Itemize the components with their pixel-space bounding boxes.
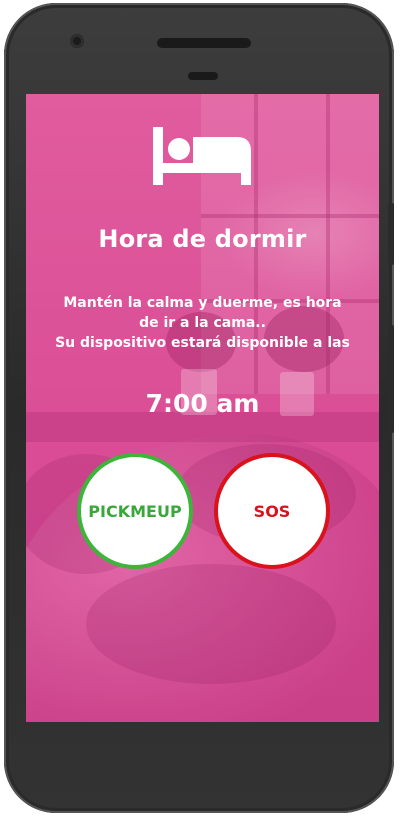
earpiece-speaker xyxy=(157,38,251,48)
message-line: de ir a la cama.. xyxy=(139,315,266,331)
power-button xyxy=(388,203,394,265)
message-line: Su dispositivo estará disponible a las xyxy=(55,335,350,351)
window-frame xyxy=(201,214,379,218)
volume-button xyxy=(388,325,394,433)
front-camera xyxy=(70,34,84,48)
sos-button[interactable]: SOS xyxy=(214,453,330,569)
blanket-fold xyxy=(86,564,336,684)
sleep-message: Mantén la calma y duerme, es hora de ir … xyxy=(36,293,369,353)
app-screen: Hora de dormir Mantén la calma y duerme,… xyxy=(26,94,379,722)
message-line: Mantén la calma y duerme, es hora xyxy=(63,295,342,311)
bed-icon xyxy=(153,127,251,185)
pickmeup-button[interactable]: PICKMEUP xyxy=(77,453,193,569)
proximity-sensor xyxy=(188,72,218,80)
available-time: 7:00 am xyxy=(145,389,260,418)
page-title: Hora de dormir xyxy=(98,225,307,253)
phone-frame: Hora de dormir Mantén la calma y duerme,… xyxy=(4,3,394,813)
